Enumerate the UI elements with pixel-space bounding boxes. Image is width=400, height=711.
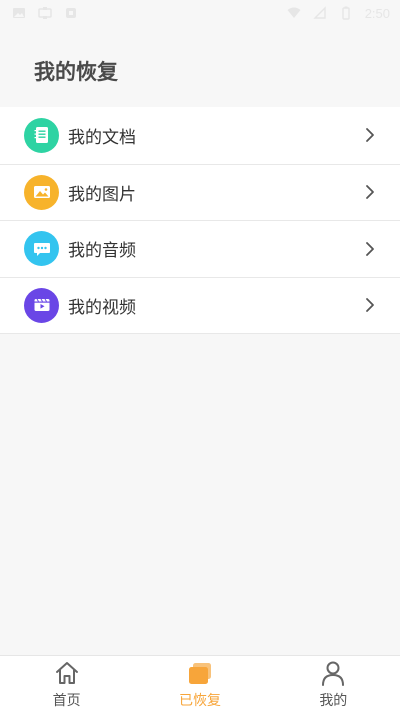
bottom-tab-bar: 首页 已恢复 我的	[0, 655, 400, 711]
video-icon	[24, 287, 59, 323]
home-icon	[55, 662, 78, 684]
usb-icon	[38, 7, 52, 19]
recovery-menu: 我的文档 我的图片 我的音频 我的视频	[0, 107, 400, 334]
battery-icon	[341, 6, 350, 20]
status-bar: 2:50	[0, 0, 400, 26]
tab-label: 首页	[52, 693, 81, 709]
tab-label: 我的	[319, 693, 348, 709]
menu-item-audio[interactable]: 我的音频	[0, 220, 400, 277]
menu-item-label: 我的音频	[68, 241, 136, 262]
notification-icon	[66, 8, 76, 18]
menu-item-label: 我的视频	[68, 297, 136, 318]
tab-home[interactable]: 首页	[0, 656, 133, 711]
menu-item-label: 我的文档	[68, 127, 136, 148]
chevron-right-icon	[366, 128, 374, 143]
image-icon	[13, 8, 25, 18]
signal-icon	[312, 6, 326, 19]
status-bar-left	[12, 6, 78, 20]
tab-restored[interactable]: 已恢复	[133, 656, 266, 711]
status-time: 2:50	[364, 5, 390, 21]
tab-mine[interactable]: 我的	[267, 656, 400, 711]
document-icon	[24, 117, 59, 153]
menu-item-documents[interactable]: 我的文档	[0, 107, 400, 164]
restored-icon	[188, 663, 211, 684]
wifi-icon	[287, 7, 301, 18]
chevron-right-icon	[366, 185, 374, 200]
tab-label: 已恢复	[178, 693, 221, 709]
menu-item-label: 我的图片	[68, 184, 136, 205]
status-bar-right: 2:50	[287, 6, 390, 21]
user-icon	[322, 661, 345, 686]
chevron-right-icon	[366, 241, 374, 256]
chevron-right-icon	[366, 298, 374, 313]
picture-icon	[24, 174, 59, 210]
menu-item-pictures[interactable]: 我的图片	[0, 163, 400, 220]
page-title: 我的恢复	[34, 60, 118, 84]
menu-item-videos[interactable]: 我的视频	[0, 276, 400, 333]
audio-icon	[24, 231, 59, 267]
